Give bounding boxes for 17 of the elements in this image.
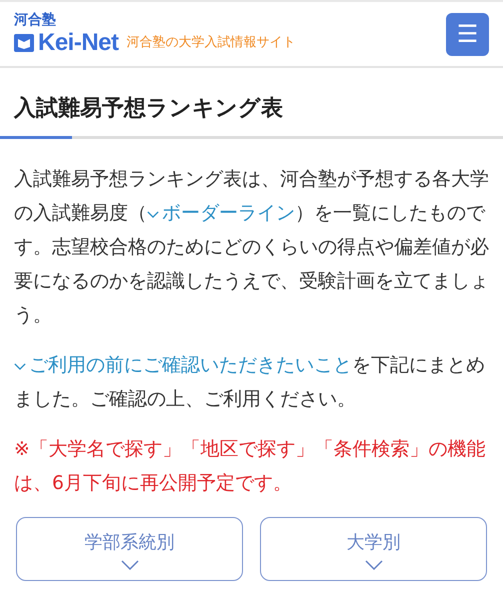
text-link[interactable]: ボーダーライン	[147, 203, 295, 224]
paragraph: ご利用の前にご確認いただきたいこと を下記にまとめました。ご確認の上、ご利用ください。	[13, 354, 486, 412]
chevron-down-icon	[14, 362, 26, 371]
page-title: 入試難易予想ランキング表	[12, 95, 284, 123]
brand-name: 河合塾	[14, 13, 57, 27]
category-button[interactable]: 学部系統別	[16, 517, 243, 582]
notice-text: ※「大学名で探す」「地区で探す」「条件検索」の機能は、6月下旬に再公開予定です。	[13, 438, 487, 496]
menu-button[interactable]: ☰	[446, 12, 489, 56]
tagline: 河合塾の大学入試情報サイト	[126, 34, 296, 52]
chevron-down-icon	[120, 560, 138, 570]
book-icon	[14, 33, 34, 53]
category-button[interactable]: 大学別	[260, 517, 487, 582]
chevron-down-icon	[147, 210, 159, 219]
text-link[interactable]: ご利用の前にご確認いただきたいこと	[14, 355, 352, 376]
logo-text[interactable]: Kei-Net	[38, 31, 119, 55]
paragraph: 入試難易予想ランキング表は、河合塾が予想する各大学の入試難易度（ ボーダーライン）を一覧にしたものです。志望校合格のためにどのくらいの得点や偏差値が必要になるのかを認識したうえで、受験計画を立てましょう。	[13, 168, 490, 328]
chevron-down-icon	[364, 560, 382, 570]
